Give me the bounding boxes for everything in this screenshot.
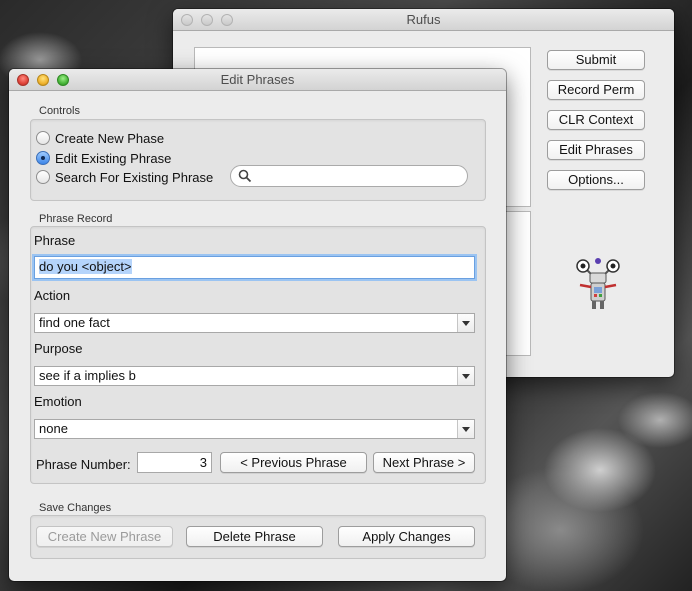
radio-button[interactable] <box>36 131 50 145</box>
chevron-down-icon[interactable] <box>457 314 474 332</box>
phrase-label: Phrase <box>34 233 76 248</box>
zoom-icon[interactable] <box>221 14 233 26</box>
delete-phrase-button[interactable]: Delete Phrase <box>186 526 323 547</box>
chevron-down-icon[interactable] <box>457 420 474 438</box>
radio-label: Search For Existing Phrase <box>55 169 214 185</box>
clr-context-button[interactable]: CLR Context <box>547 110 645 130</box>
robot-icon <box>576 258 620 309</box>
apply-changes-button[interactable]: Apply Changes <box>338 526 475 547</box>
close-icon[interactable] <box>17 74 29 86</box>
chevron-down-icon[interactable] <box>457 367 474 385</box>
radio-label: Create New Phase <box>55 130 165 146</box>
emotion-value: none <box>39 421 68 436</box>
phrase-input[interactable]: do you <object> <box>34 256 475 279</box>
radio-create-new-phase[interactable]: Create New Phase <box>36 129 164 147</box>
edit-title: Edit Phrases <box>220 72 295 87</box>
emotion-combobox[interactable]: none <box>34 419 475 439</box>
radio-edit-existing-phrase[interactable]: Edit Existing Phrase <box>36 149 171 167</box>
action-value: find one fact <box>39 315 110 330</box>
controls-section-label: Controls <box>39 105 80 117</box>
radio-button[interactable] <box>36 170 50 184</box>
purpose-value: see if a implies b <box>39 368 136 383</box>
edit-phrases-window: Edit Phrases Controls Create New Phase E… <box>9 69 506 581</box>
close-icon[interactable] <box>181 14 193 26</box>
rufus-titlebar: Rufus <box>173 9 674 31</box>
record-perm-button[interactable]: Record Perm <box>547 80 645 100</box>
phrase-record-section-label: Phrase Record <box>39 213 113 225</box>
purpose-label: Purpose <box>34 341 83 356</box>
minimize-icon[interactable] <box>201 14 213 26</box>
phrase-value: do you <object> <box>39 259 132 274</box>
submit-button[interactable]: Submit <box>547 50 645 70</box>
purpose-combobox[interactable]: see if a implies b <box>34 366 475 386</box>
action-label: Action <box>34 288 71 303</box>
radio-label: Edit Existing Phrase <box>55 150 172 166</box>
edit-titlebar: Edit Phrases <box>9 69 506 91</box>
edit-phrases-button[interactable]: Edit Phrases <box>547 140 645 160</box>
edit-window-controls <box>17 74 69 86</box>
action-combobox[interactable]: find one fact <box>34 313 475 333</box>
radio-search-existing-phrase[interactable]: Search For Existing Phrase <box>36 168 213 186</box>
previous-phrase-button[interactable]: < Previous Phrase <box>220 452 367 473</box>
next-phrase-button[interactable]: Next Phrase > <box>373 452 475 473</box>
minimize-icon[interactable] <box>37 74 49 86</box>
zoom-icon[interactable] <box>57 74 69 86</box>
magnifier-icon <box>238 169 252 183</box>
create-new-phrase-button[interactable]: Create New Phrase <box>36 526 173 547</box>
save-changes-section-label: Save Changes <box>39 502 112 514</box>
phrase-number-label: Phrase Number: <box>36 457 131 472</box>
phrase-number-field[interactable]: 3 <box>137 452 212 473</box>
emotion-label: Emotion <box>34 394 82 409</box>
search-input[interactable] <box>230 165 468 187</box>
rufus-title: Rufus <box>406 12 441 27</box>
options-button[interactable]: Options... <box>547 170 645 190</box>
radio-button-selected[interactable] <box>36 151 50 165</box>
rufus-window-controls <box>181 14 233 26</box>
